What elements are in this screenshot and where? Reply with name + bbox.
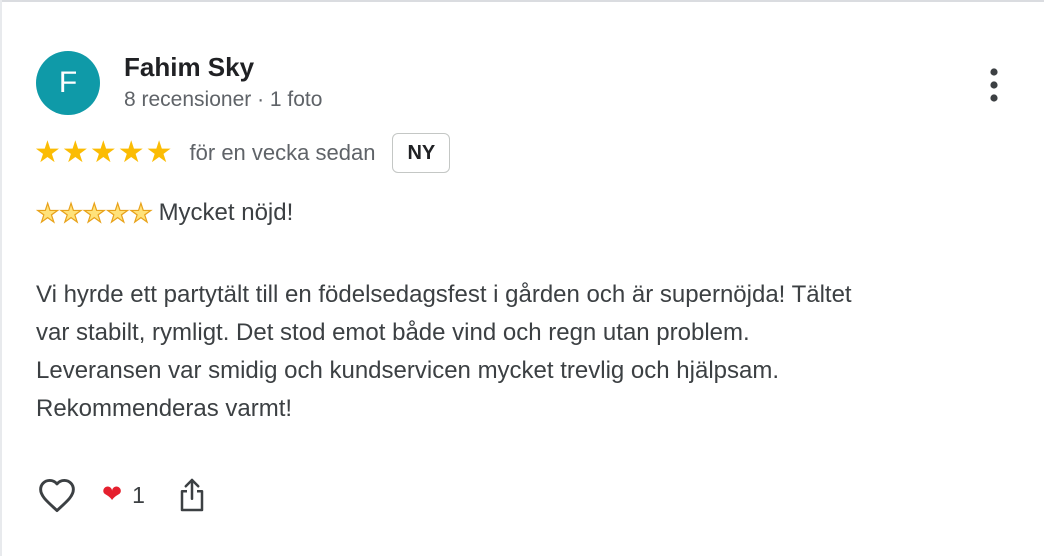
author-name[interactable]: Fahim Sky [124, 52, 254, 83]
more-vertical-icon [990, 68, 998, 102]
review-headline: ★ ★ ★ ★ ★ Mycket nöjd! [35, 195, 294, 231]
star-emoji-icon: ★ [82, 198, 107, 228]
heart-outline-icon [39, 478, 75, 513]
review-line: Vi hyrde ett partytält till en födelseda… [36, 281, 852, 308]
author-meta: 8 recensioner · 1 foto [124, 88, 323, 111]
like-button[interactable] [36, 474, 78, 516]
star-emoji-icon: ★ [35, 198, 60, 228]
new-badge: NY [392, 133, 451, 173]
rating-row: ★ ★ ★ ★ ★ för en vecka sedan NY [34, 131, 451, 175]
review-line: Leveransen var smidig och kundservicen m… [36, 357, 780, 384]
star-icon: ★ [34, 136, 61, 169]
star-icon: ★ [89, 136, 117, 169]
star-emoji-icon: ★ [129, 198, 154, 228]
headline-text: Mycket nöjd! [158, 199, 294, 226]
star-rating: ★ ★ ★ ★ ★ [34, 138, 174, 168]
review-line: Rekommenderas varmt! [36, 395, 293, 422]
headline-emoji-stars: ★ ★ ★ ★ ★ [35, 198, 154, 228]
red-heart-icon: ❤ [102, 481, 123, 508]
share-button[interactable] [175, 474, 209, 516]
reaction-summary[interactable]: ❤ 1 [102, 482, 145, 509]
star-icon: ★ [61, 136, 89, 169]
review-body: Vi hyrde ett partytält till en födelseda… [36, 276, 1026, 428]
reaction-count: 1 [132, 481, 145, 508]
star-icon: ★ [117, 136, 145, 169]
more-options-button[interactable] [978, 65, 1010, 105]
avatar[interactable]: F [36, 51, 100, 115]
left-divider [0, 0, 2, 556]
avatar-initial: F [58, 66, 78, 99]
star-emoji-icon: ★ [105, 198, 130, 228]
star-icon: ★ [145, 136, 173, 169]
share-icon [180, 478, 204, 512]
top-divider [0, 0, 1044, 2]
review-line: var stabilt, rymligt. Det stod emot både… [36, 319, 750, 346]
review-actions: ❤ 1 [36, 474, 209, 516]
star-emoji-icon: ★ [59, 198, 84, 228]
review-time: för en vecka sedan [189, 140, 376, 165]
